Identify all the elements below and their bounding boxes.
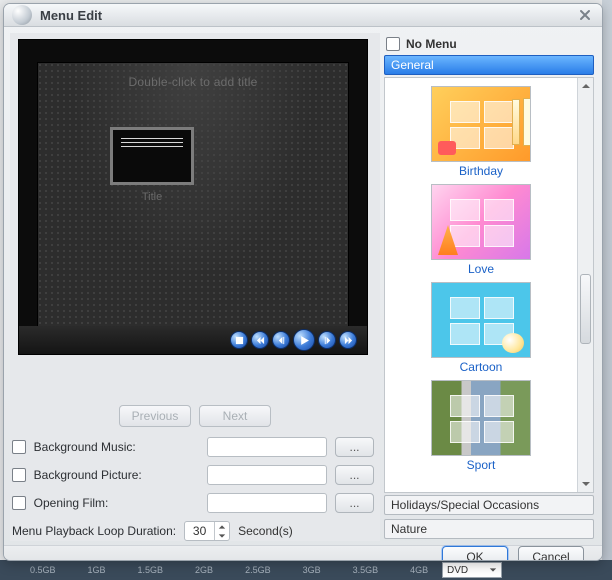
step-fwd-button[interactable] (318, 331, 336, 349)
ok-button[interactable]: OK (442, 546, 508, 561)
chapter-caption[interactable]: Title (110, 191, 194, 203)
opening-film-browse[interactable]: ... (335, 493, 374, 513)
preview-pane: Double-click to add title Title (10, 33, 380, 541)
dialog-footer: OK Cancel (4, 545, 602, 561)
scroll-down-button[interactable] (578, 476, 593, 492)
spin-up[interactable] (215, 522, 229, 531)
scroll-track[interactable] (578, 94, 593, 476)
titlebar: Menu Edit (4, 4, 602, 27)
template-birthday-thumb (431, 86, 531, 162)
opening-film-checkbox[interactable] (12, 496, 26, 510)
bg-picture-row: Background Picture: ... (12, 465, 374, 485)
category-holidays-label: Holidays/Special Occasions (391, 498, 539, 512)
templates-scroll: Birthday Love Cartoon Sport (384, 77, 594, 493)
step-back-button[interactable] (272, 331, 290, 349)
spin-down[interactable] (215, 531, 229, 540)
bg-picture-label: Background Picture: (34, 468, 199, 482)
loop-duration-label: Menu Playback Loop Duration: (12, 524, 176, 538)
no-menu-label: No Menu (406, 37, 457, 51)
loop-duration-unit: Second(s) (238, 524, 293, 538)
chapter-thumbnail[interactable] (110, 127, 194, 185)
bg-music-browse[interactable]: ... (335, 437, 374, 457)
bg-picture-checkbox[interactable] (12, 468, 26, 482)
play-button[interactable] (293, 329, 315, 351)
preview-frame[interactable]: Double-click to add title Title (18, 39, 368, 355)
next-page-button[interactable]: Next (199, 405, 271, 427)
fast-fwd-button[interactable] (339, 331, 357, 349)
template-love[interactable]: Love (431, 184, 531, 276)
opening-film-row: Opening Film: ... (12, 493, 374, 513)
preview-stage: Double-click to add title Title (37, 62, 349, 336)
no-menu-checkbox[interactable] (386, 37, 400, 51)
template-sport-thumb (431, 380, 531, 456)
bg-music-field[interactable] (207, 437, 327, 457)
template-sport[interactable]: Sport (431, 380, 531, 472)
window-title: Menu Edit (40, 8, 102, 23)
no-menu-row: No Menu (382, 35, 596, 53)
bg-music-label: Background Music: (34, 440, 199, 454)
transport-bar (19, 326, 367, 354)
scroll-up-button[interactable] (578, 78, 593, 94)
template-cartoon-thumb (431, 282, 531, 358)
title-hint[interactable]: Double-click to add title (38, 75, 348, 89)
category-general-label: General (391, 58, 434, 72)
template-birthday[interactable]: Birthday (431, 86, 531, 178)
app-icon (12, 5, 32, 25)
previous-page-button[interactable]: Previous (119, 405, 191, 427)
background-size-scale: 0.5GB 1GB 1.5GB 2GB 2.5GB 3GB 3.5GB 4GB … (0, 560, 612, 580)
options-group: Background Music: ... Background Picture… (10, 437, 380, 541)
loop-duration-row: Menu Playback Loop Duration: 30 Second(s… (12, 521, 374, 541)
template-cartoon[interactable]: Cartoon (431, 282, 531, 374)
close-button[interactable] (572, 4, 598, 26)
spin-buttons (214, 522, 229, 540)
background-disc-combo: DVD (442, 562, 502, 578)
rewind-button[interactable] (251, 331, 269, 349)
template-birthday-caption: Birthday (459, 164, 503, 178)
scroll-thumb[interactable] (580, 274, 591, 344)
templates-scrollbar[interactable] (577, 78, 593, 492)
opening-film-field[interactable] (207, 493, 327, 513)
templates-pane: No Menu General Birthday Love (382, 33, 596, 541)
category-nature-label: Nature (391, 522, 427, 536)
bg-picture-field[interactable] (207, 465, 327, 485)
bg-music-row: Background Music: ... (12, 437, 374, 457)
bg-music-checkbox[interactable] (12, 440, 26, 454)
opening-film-label: Opening Film: (34, 496, 199, 510)
template-love-thumb (431, 184, 531, 260)
stop-button[interactable] (230, 331, 248, 349)
page-nav: Previous Next (10, 405, 380, 427)
category-general[interactable]: General (384, 55, 594, 75)
cancel-button[interactable]: Cancel (518, 546, 584, 561)
template-sport-caption: Sport (467, 458, 496, 472)
loop-duration-value: 30 (185, 524, 214, 538)
templates-list: Birthday Love Cartoon Sport (385, 78, 577, 492)
menu-edit-window: Menu Edit Double-click to add title Titl… (3, 3, 603, 561)
template-love-caption: Love (468, 262, 494, 276)
bg-picture-browse[interactable]: ... (335, 465, 374, 485)
category-nature[interactable]: Nature (384, 519, 594, 539)
category-holidays[interactable]: Holidays/Special Occasions (384, 495, 594, 515)
template-cartoon-caption: Cartoon (460, 360, 503, 374)
close-icon (578, 8, 592, 22)
background-app-edge (602, 0, 612, 580)
loop-duration-spinner[interactable]: 30 (184, 521, 230, 541)
